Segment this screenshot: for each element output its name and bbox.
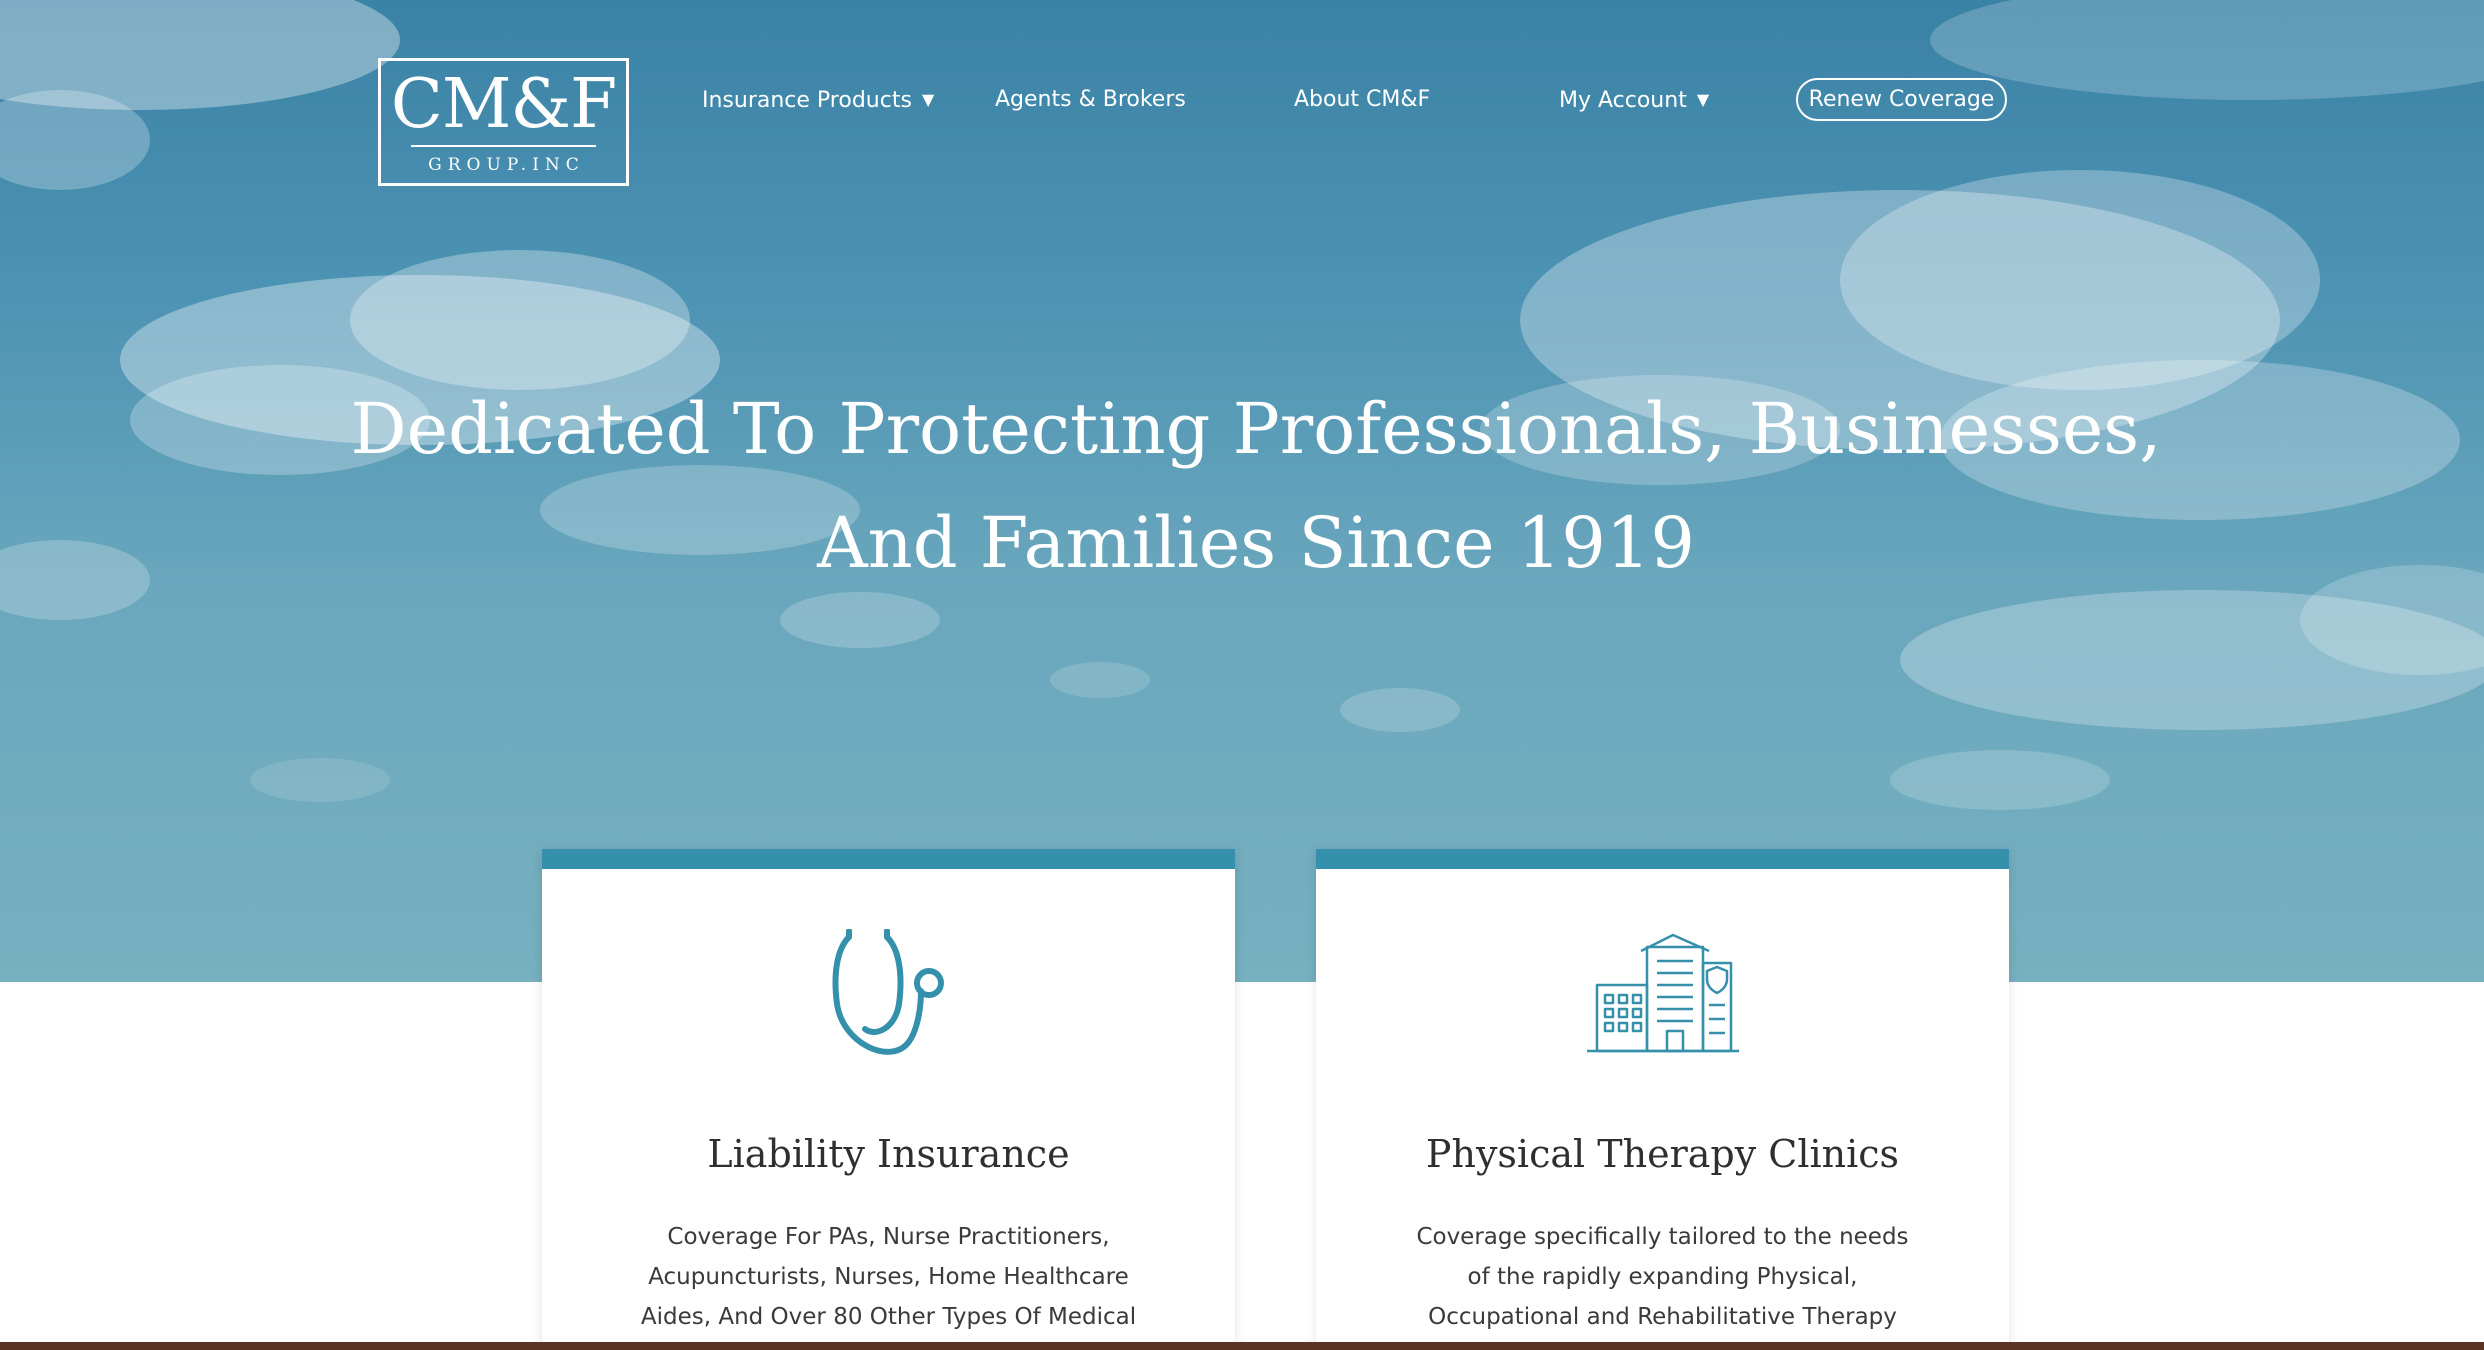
caret-down-icon: ▼ <box>1696 90 1710 109</box>
company-logo[interactable]: CM&F GROUP.INC <box>378 58 629 186</box>
nav-item-label: My Account <box>1559 88 1687 113</box>
card-physical-therapy-clinics[interactable]: Physical Therapy Clinics Coverage specif… <box>1316 849 2009 1350</box>
hero-section: CM&F GROUP.INC Insurance Products ▼ Agent… <box>0 0 2484 982</box>
hero-headline-line-2: And Families Since 1919 <box>817 502 1695 584</box>
hero-headline-line-1: Dedicated To Protecting Professionals, B… <box>350 388 2162 470</box>
renew-coverage-button[interactable]: Renew Coverage <box>1796 78 2007 121</box>
card-liability-insurance[interactable]: Liability Insurance Coverage For PAs, Nu… <box>542 849 1235 1350</box>
card-description: Coverage specifically tailored to the ne… <box>1416 1224 1909 1350</box>
logo-subtitle: GROUP.INC <box>428 155 585 175</box>
nav-item-label: Agents & Brokers <box>995 87 1186 112</box>
caret-down-icon: ▼ <box>921 90 935 109</box>
card-title: Liability Insurance <box>707 1132 1070 1176</box>
card-description: Coverage For PAs, Nurse Practitioners, A… <box>640 1224 1137 1350</box>
nav-item-label: Insurance Products <box>702 88 912 113</box>
clinic-building-icon <box>1586 933 1739 1053</box>
stethoscope-icon <box>832 929 944 1055</box>
page: CM&F GROUP.INC Insurance Products ▼ Agent… <box>0 0 2484 1350</box>
card-title: Physical Therapy Clinics <box>1425 1132 1900 1176</box>
logo-wordmark: CM&F <box>390 65 617 144</box>
nav-about[interactable]: About CM&F <box>1294 86 1430 114</box>
hero-headline: Dedicated To Protecting Professionals, B… <box>300 372 2212 600</box>
logo-divider <box>411 145 596 147</box>
nav-insurance-products[interactable]: Insurance Products ▼ <box>702 86 934 115</box>
nav-my-account[interactable]: My Account ▼ <box>1559 86 1709 115</box>
nav-agents-brokers[interactable]: Agents & Brokers <box>995 86 1186 114</box>
nav-item-label: About CM&F <box>1294 87 1431 112</box>
bottom-bar <box>0 1342 2484 1350</box>
